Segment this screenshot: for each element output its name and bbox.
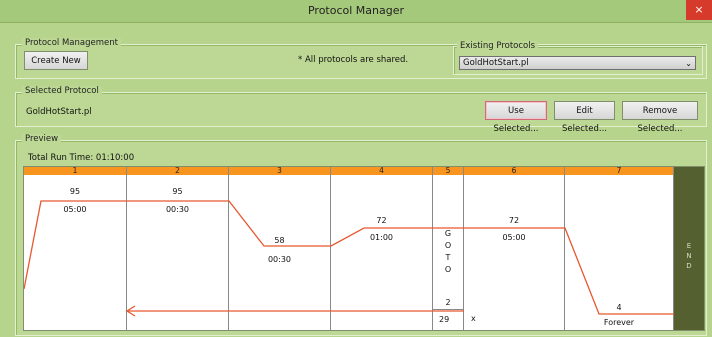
protocol-management-group: Protocol Management Create New * All pro…: [15, 38, 707, 79]
create-new-button[interactable]: Create New: [24, 51, 88, 70]
title-bar: Protocol Manager ×: [0, 0, 712, 23]
preview-legend: Preview: [22, 134, 62, 144]
window-title: Protocol Manager: [307, 4, 405, 17]
selected-protocol-legend: Selected Protocol: [22, 86, 102, 96]
existing-protocols-value: GoldHotStart.pl: [463, 58, 529, 68]
existing-protocols-group: Existing Protocols GoldHotStart.pl ⌄: [453, 41, 703, 75]
shared-note: * All protocols are shared.: [298, 55, 409, 65]
use-selected-button[interactable]: Use Selected...: [485, 101, 547, 134]
chevron-down-icon: ⌄: [685, 59, 692, 68]
existing-protocols-select[interactable]: GoldHotStart.pl ⌄: [459, 56, 696, 70]
total-run-time: Total Run Time: 01:10:00: [28, 153, 135, 163]
existing-protocols-legend: Existing Protocols: [457, 41, 539, 51]
selected-protocol-group: Selected Protocol GoldHotStart.pl Use Se…: [15, 86, 707, 134]
selected-protocol-name: GoldHotStart.pl: [26, 107, 92, 117]
temperature-profile-line: [24, 200, 674, 315]
remove-selected-button[interactable]: Remove Selected...: [622, 101, 698, 134]
close-button[interactable]: ×: [686, 0, 712, 20]
protocol-preview-graph: 1 95 05:00 2 95 00:30 3 58 00:30 4 72 01…: [23, 166, 705, 331]
edit-selected-button[interactable]: Edit Selected...: [554, 101, 615, 134]
temperature-profile: [24, 200, 674, 317]
protocol-management-legend: Protocol Management: [22, 38, 121, 48]
